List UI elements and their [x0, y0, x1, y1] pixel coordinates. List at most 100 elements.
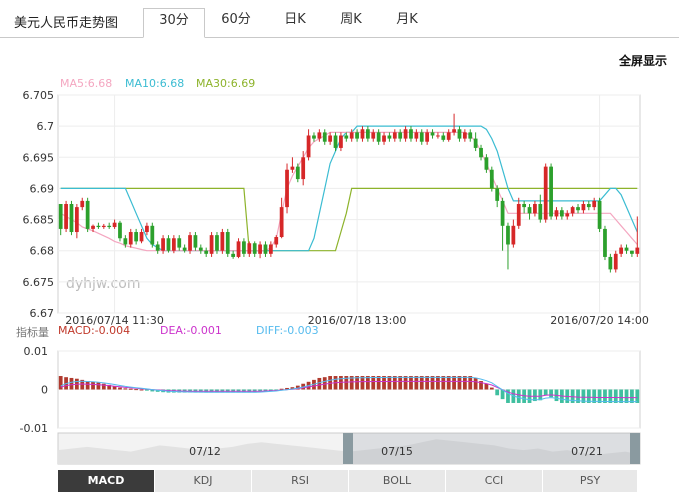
candle-body	[392, 132, 397, 139]
candle-body	[285, 169, 289, 208]
macd-bar	[603, 389, 607, 403]
candle-body	[339, 135, 343, 148]
candle-body	[533, 204, 537, 214]
candle-body	[506, 225, 510, 245]
candle-body	[473, 138, 478, 148]
y-tick-label: 6.68	[30, 245, 55, 258]
candle-body	[479, 147, 483, 158]
macd-bar	[376, 376, 381, 390]
indicator-button-boll[interactable]: BOLL	[349, 470, 446, 492]
navigator-date-label: 07/12	[189, 445, 221, 458]
candle-body	[355, 132, 359, 139]
candle-body	[635, 247, 640, 254]
indicator-button-cci[interactable]: CCI	[446, 470, 543, 492]
x-tick-label: 2016/07/20 14:00	[550, 314, 649, 327]
candle-body	[301, 157, 306, 180]
candle-body	[247, 243, 252, 254]
macd-bar	[436, 376, 440, 390]
macd-bar	[624, 389, 629, 403]
candle-body	[387, 135, 392, 139]
macd-bar	[473, 377, 478, 390]
macd-bar	[495, 389, 500, 396]
candle-body	[193, 235, 198, 248]
candle-body	[258, 244, 262, 254]
macd-bar	[543, 389, 548, 396]
candle-body	[263, 244, 268, 254]
candle-body	[624, 247, 629, 251]
candle-body	[295, 166, 300, 180]
candle-body	[182, 247, 187, 251]
candle-body	[462, 132, 467, 139]
candle-body	[91, 225, 95, 229]
candle-body	[409, 129, 413, 139]
candle-body	[96, 225, 101, 228]
chart-canvas: 6.705 6.7 6.695 6.69 6.685 6.68 6.675 6.67 2016/…	[20, 89, 649, 465]
candle-body	[349, 132, 354, 139]
macd-bar	[96, 382, 101, 390]
y-tick-label: 6.69	[30, 182, 55, 195]
candle-body	[511, 225, 516, 245]
candle-body	[112, 222, 117, 228]
macd-bar	[630, 389, 634, 403]
macd-bar	[58, 376, 63, 390]
macd-bar	[608, 389, 613, 403]
candle-body	[403, 129, 408, 139]
macd-bar	[489, 387, 494, 390]
y-tick-label: 6.675	[23, 276, 55, 289]
macd-bar	[387, 376, 392, 390]
macd-bar	[549, 389, 553, 398]
indicator-button-macd[interactable]: MACD	[58, 470, 155, 492]
indicator-button-bar: MACD KDJ RSI BOLL CCI PSY	[58, 470, 638, 492]
macd-bar	[613, 389, 618, 403]
candle-body	[500, 200, 505, 226]
indicator-button-kdj[interactable]: KDJ	[155, 470, 252, 492]
candle-body	[134, 232, 139, 242]
candle-body	[101, 225, 106, 228]
candle-body	[446, 132, 451, 140]
candle-body	[252, 243, 257, 254]
candle-body	[306, 135, 311, 158]
candle-body	[538, 204, 543, 220]
candle-body	[581, 204, 586, 211]
macd-bar	[462, 376, 467, 390]
macd-bar	[85, 381, 90, 390]
candle-body	[177, 238, 182, 248]
candle-body	[425, 132, 430, 142]
candle-body	[608, 256, 613, 270]
x-tick-label: 2016/07/18 13:00	[308, 314, 407, 327]
candle-body	[317, 132, 322, 139]
candle-body	[543, 166, 548, 220]
macd-bar	[128, 388, 133, 390]
y-tick-label: 6.705	[23, 89, 55, 102]
candle-body	[468, 132, 473, 139]
candle-body	[559, 210, 564, 217]
y-tick-label: 6.7	[37, 120, 55, 133]
candle-body	[360, 129, 365, 139]
macd-y-tick-label: 0.01	[24, 345, 49, 358]
candle-body	[452, 129, 456, 133]
navigator-handle-left	[343, 433, 353, 464]
candle-body	[419, 132, 424, 142]
macd-bar	[414, 376, 419, 390]
candle-body	[155, 244, 160, 251]
macd-bar	[398, 376, 403, 390]
candle-body	[576, 207, 580, 211]
candle-body	[398, 132, 403, 139]
macd-bar	[425, 376, 430, 390]
navigator-date-label: 07/21	[571, 445, 603, 458]
candle-body	[554, 210, 559, 217]
candle-body	[128, 232, 133, 245]
indicator-button-psy[interactable]: PSY	[543, 470, 638, 492]
macd-bar	[441, 376, 446, 390]
macd-y-tick-label: -0.01	[20, 422, 48, 435]
candle-body	[85, 200, 90, 229]
candle-body	[312, 135, 316, 139]
candle-body	[198, 247, 203, 251]
macd-bar	[139, 389, 144, 391]
indicator-button-rsi[interactable]: RSI	[252, 470, 349, 492]
candle-body	[441, 135, 446, 140]
candle-body	[231, 253, 236, 257]
candle-body	[145, 225, 149, 233]
macd-bar	[619, 389, 624, 403]
macd-bar	[516, 389, 521, 403]
